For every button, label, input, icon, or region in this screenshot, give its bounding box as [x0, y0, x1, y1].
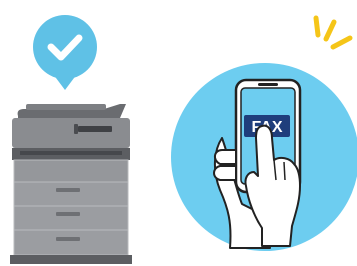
illustration-canvas: FAX — [10, 15, 357, 264]
notification-rays-icon — [313, 15, 353, 50]
check-badge — [33, 15, 97, 90]
printer-icon — [10, 104, 132, 264]
